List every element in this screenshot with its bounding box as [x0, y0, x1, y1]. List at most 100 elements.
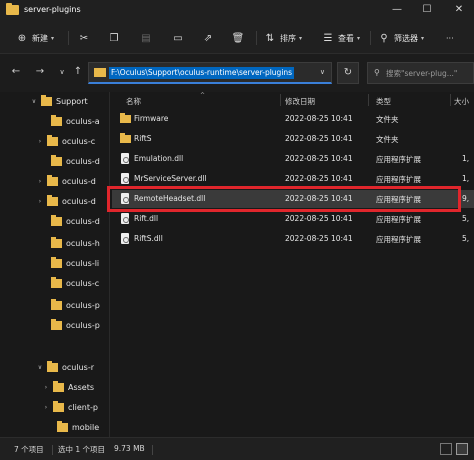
folder-icon [57, 420, 68, 432]
view-button[interactable]: ☰ 查看 ▾ [322, 30, 361, 46]
close-icon[interactable]: ✕ [452, 3, 466, 17]
file-name: RemoteHeadset.dll [134, 194, 206, 203]
address-bar[interactable]: F:\Oculus\Support\oculus-runtime\server-… [88, 62, 332, 84]
window-title: server-plugins [24, 5, 81, 14]
new-button[interactable]: ⊕ 新建 ▾ [16, 30, 54, 46]
dll-file-icon [121, 233, 129, 244]
file-type: 文件夹 [376, 135, 399, 144]
table-row-selected[interactable]: RemoteHeadset.dll 2022-08-25 10:41 应用程序扩… [112, 190, 474, 208]
table-row[interactable]: RiftS.dll 2022-08-25 10:41 应用程序扩展 5, [112, 230, 474, 248]
sidebar-item-support[interactable]: ∨ Support [30, 92, 88, 110]
folder-icon [51, 214, 62, 226]
details-view-icon[interactable] [440, 443, 452, 455]
chevron-right-icon[interactable]: › [36, 138, 44, 145]
folder-icon [51, 154, 62, 166]
file-date: 2022-08-25 10:41 [285, 194, 353, 203]
table-row[interactable]: Firmware 2022-08-25 10:41 文件夹 [112, 110, 474, 128]
folder-icon [94, 68, 106, 77]
folder-icon [51, 276, 62, 288]
search-box[interactable]: ⚲ [367, 62, 474, 84]
folder-icon [51, 298, 62, 310]
paste-icon: ▤ [141, 32, 151, 44]
folder-icon [120, 113, 131, 123]
recent-chevron-icon[interactable]: ∨ [56, 66, 68, 78]
navigation-bar: ← → ∨ ↑ F:\Oculus\Support\oculus-runtime… [0, 54, 474, 92]
sidebar-item-folder[interactable]: oculus-c [40, 274, 99, 292]
filter-label: 筛选器 [394, 33, 418, 43]
table-row[interactable]: Rift.dll 2022-08-25 10:41 应用程序扩展 5, [112, 210, 474, 228]
sidebar-item-assets[interactable]: › Assets [42, 378, 94, 396]
view-icon: ☰ [323, 32, 333, 44]
address-path[interactable]: F:\Oculus\Support\oculus-runtime\server-… [109, 67, 295, 79]
chevron-right-icon[interactable]: › [36, 178, 44, 185]
chevron-right-icon[interactable]: › [42, 384, 50, 391]
rename-icon: ▭ [173, 32, 183, 44]
more-button[interactable]: ··· [446, 30, 454, 46]
chevron-right-icon[interactable]: › [36, 198, 44, 205]
sidebar-item-folder[interactable]: oculus-d [40, 212, 100, 230]
table-row[interactable]: Emulation.dll 2022-08-25 10:41 应用程序扩展 1, [112, 150, 474, 168]
folder-icon [6, 3, 19, 15]
copy-button[interactable]: ❐ [108, 30, 120, 46]
up-arrow-icon[interactable]: ↑ [72, 66, 84, 78]
sidebar-item-folder[interactable]: › oculus-d [36, 172, 96, 190]
sort-button[interactable]: ⇅ 排序 ▾ [264, 30, 302, 46]
new-label: 新建 [32, 33, 48, 43]
item-count: 7 个项目 [14, 445, 44, 454]
file-list: ^ 名称 修改日期 类型 大小 Firmware 2022-08-25 10:4… [110, 92, 474, 437]
sidebar-item-folder[interactable]: › oculus-d [36, 192, 96, 210]
folder-icon [51, 114, 62, 126]
view-label: 查看 [338, 33, 354, 43]
column-header-date[interactable]: 修改日期 [285, 96, 315, 107]
file-type: 应用程序扩展 [376, 235, 421, 244]
chevron-down-icon[interactable]: ∨ [36, 364, 44, 371]
tiles-view-icon[interactable] [456, 443, 468, 455]
sidebar-item-client-p[interactable]: › client-p [42, 398, 98, 416]
filter-button[interactable]: ⚲ 筛选器 ▾ [378, 30, 424, 46]
refresh-button[interactable]: ↻ [337, 62, 359, 84]
sidebar-item-folder[interactable]: oculus-li [40, 254, 99, 272]
paste-button[interactable]: ▤ [140, 30, 152, 46]
column-header-type[interactable]: 类型 [376, 96, 391, 107]
folder-icon [53, 400, 64, 412]
table-row[interactable]: RiftS 2022-08-25 10:41 文件夹 [112, 130, 474, 148]
chevron-down-icon[interactable]: ∨ [320, 68, 325, 76]
delete-button[interactable]: 🗑 [231, 30, 245, 46]
file-date: 2022-08-25 10:41 [285, 154, 353, 163]
dll-file-icon [121, 193, 129, 204]
sidebar-item-folder[interactable]: oculus-p [40, 296, 100, 314]
cut-button[interactable]: ✂ [78, 30, 90, 46]
sidebar-item-folder[interactable]: oculus-d [40, 152, 100, 170]
column-header-size[interactable]: 大小 [454, 96, 469, 107]
table-row[interactable]: MrServiceServer.dll 2022-08-25 10:41 应用程… [112, 170, 474, 188]
maximize-icon[interactable]: ☐ [420, 3, 434, 17]
scissors-icon: ✂ [79, 32, 89, 44]
file-name: Emulation.dll [134, 154, 184, 163]
title-bar: server-plugins — ☐ ✕ [0, 0, 474, 22]
sort-caret-icon: ^ [200, 92, 206, 99]
minimize-icon[interactable]: — [390, 3, 404, 17]
trash-icon: 🗑 [231, 32, 245, 44]
sidebar-item-folder[interactable]: oculus-p [40, 316, 100, 334]
folder-icon [41, 94, 52, 106]
chevron-down-icon[interactable]: ∨ [30, 98, 38, 105]
chevron-right-icon[interactable]: › [42, 404, 50, 411]
share-button[interactable]: ⇗ [202, 30, 214, 46]
command-bar: ⊕ 新建 ▾ ✂ ❐ ▤ ▭ ⇗ 🗑 ⇅ 排序 ▾ ☰ 查看 ▾ ⚲ 筛选器 ▾… [0, 22, 474, 54]
dll-file-icon [121, 153, 129, 164]
file-date: 2022-08-25 10:41 [285, 234, 353, 243]
sidebar-item-mobile[interactable]: mobile [46, 418, 99, 436]
sidebar-item-folder[interactable]: › oculus-c [36, 132, 95, 150]
back-arrow-icon[interactable]: ← [10, 66, 22, 78]
forward-arrow-icon[interactable]: → [34, 66, 46, 78]
chevron-down-icon: ▾ [421, 34, 425, 42]
sidebar-item-folder[interactable]: oculus-h [40, 234, 100, 252]
dll-file-icon [121, 173, 129, 184]
column-header-name[interactable]: 名称 [126, 96, 141, 107]
sidebar-item-oculus-runtime[interactable]: ∨ oculus-r [36, 358, 94, 376]
rename-button[interactable]: ▭ [172, 30, 184, 46]
folder-icon [47, 174, 58, 186]
sidebar-item-folder[interactable]: oculus-a [40, 112, 100, 130]
search-input[interactable] [386, 66, 474, 80]
filter-icon: ⚲ [380, 32, 388, 44]
